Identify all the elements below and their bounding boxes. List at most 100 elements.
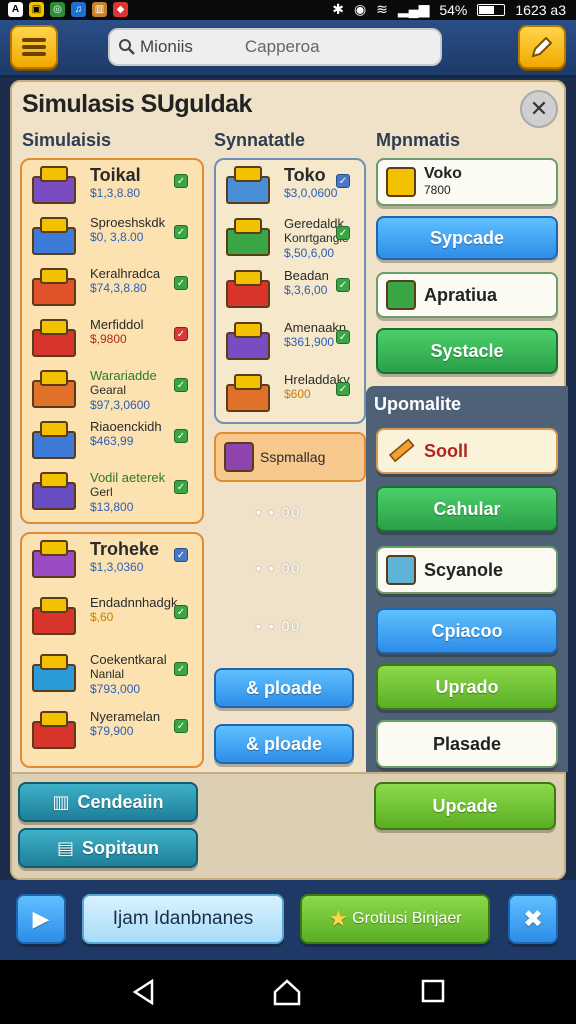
scyanole-button[interactable]: Scyanole <box>376 546 558 594</box>
product-box-icon <box>28 368 82 414</box>
checkbox-icon[interactable]: ✓ <box>336 174 350 188</box>
back-icon[interactable] <box>130 978 158 1006</box>
product-box-icon <box>28 709 82 755</box>
product-box-icon <box>28 538 82 584</box>
left_card1-item[interactable]: Vodil aeterek Gerl $13,800 ✓ <box>28 470 196 526</box>
edit-button[interactable] <box>518 25 566 69</box>
product-box-icon <box>28 595 82 641</box>
left_card2-item[interactable]: Nyeramelan $79,900 ✓ <box>28 709 196 765</box>
sooll-button[interactable]: Sooll <box>376 428 558 474</box>
left_card1-item[interactable]: Toikal $1,3,8.80 ✓ <box>28 164 196 220</box>
left_card1-item[interactable]: Warariadde Gearal $97,3,0600 ✓ <box>28 368 196 424</box>
sopitaun-button[interactable]: ▤ Sopitaun <box>18 828 198 868</box>
mid_card-item[interactable]: Geredaldk Konrtgangle $,50,6,00 ✓ <box>222 216 358 272</box>
product-card-middle: Toko $3,0,0600 ✓ Geredaldk Konrtgangle $,50,6… <box>214 158 366 424</box>
hamburger-icon <box>22 38 46 56</box>
checkbox-icon[interactable]: ✓ <box>174 662 188 676</box>
mid_card-item[interactable]: Beadan $,3,6,00 ✓ <box>222 268 358 324</box>
checkbox-icon[interactable]: ✓ <box>174 719 188 733</box>
upload-button-2[interactable]: & ploade <box>214 724 354 764</box>
menu-button[interactable] <box>10 25 58 69</box>
mid_card-item[interactable]: Hreladdaky $600 ✓ <box>222 372 358 428</box>
notification-bars-icon: ▥ <box>92 2 107 17</box>
checkbox-icon[interactable]: ✓ <box>336 382 350 396</box>
fruit-crate-icon <box>224 442 254 472</box>
search-icon <box>119 39 135 55</box>
notification-game-icon: ◆ <box>113 2 128 17</box>
cendeaiin-button[interactable]: ▥ Cendeaiin <box>18 782 198 822</box>
right-item-apratiua[interactable]: Apratiua <box>376 272 558 318</box>
left_card2-item[interactable]: Troheke $1,3,0360 ✓ <box>28 538 196 594</box>
play-button[interactable]: ▶ <box>16 894 66 944</box>
cendeaiin-label: Cendeaiin <box>77 791 164 812</box>
star-action-button[interactable]: ★ Grotiusi Binjaer <box>300 894 490 944</box>
clock: 1623 a3 <box>515 1 566 18</box>
product-name: Toko <box>284 165 326 185</box>
product-box-icon <box>222 372 276 418</box>
wide-product-item[interactable]: Sspmallag <box>214 432 366 482</box>
checkbox-icon[interactable]: ✓ <box>174 605 188 619</box>
checkbox-icon[interactable]: ✓ <box>174 225 188 239</box>
checkbox-icon[interactable]: ✓ <box>336 278 350 292</box>
center-action-button[interactable]: Ijam Idanbnanes <box>82 894 284 944</box>
recents-icon[interactable] <box>420 978 446 1004</box>
left_card1-item[interactable]: Keralhradca $74,3,8.80 ✓ <box>28 266 196 322</box>
cpiacoo-button[interactable]: Cpiacoo <box>376 608 558 654</box>
product-box-icon <box>28 266 82 312</box>
left_card1-item[interactable]: Riaoenckidh $463,99 ✓ <box>28 419 196 475</box>
checkbox-icon[interactable]: ✓ <box>174 276 188 290</box>
left_card1-item[interactable]: Merfiddol $,9800 ✓ <box>28 317 196 373</box>
sopitaun-label: Sopitaun <box>82 837 159 858</box>
product-box-icon <box>222 164 276 210</box>
product-subname: Nanlal <box>90 667 125 681</box>
star-icon: ★ <box>328 906 349 931</box>
checkbox-icon[interactable]: ✓ <box>336 330 350 344</box>
product-box-icon <box>28 470 82 516</box>
upload-button-1[interactable]: & ploade <box>214 668 354 708</box>
checkbox-icon[interactable]: ✓ <box>174 548 188 562</box>
close-button[interactable]: ✕ <box>520 90 558 128</box>
systacle-button[interactable]: Systacle <box>376 328 558 374</box>
product-name: Sproeshskdk <box>90 215 166 230</box>
mid_card-item[interactable]: Toko $3,0,0600 ✓ <box>222 164 358 220</box>
product-box-icon <box>28 652 82 698</box>
shop-icon: ▥ <box>52 791 70 812</box>
product-name: Endadnnhadgk <box>90 595 178 610</box>
product-box-icon <box>28 419 82 465</box>
android-nav-bar <box>0 960 576 1024</box>
checkbox-icon[interactable]: ✓ <box>174 174 188 188</box>
top-bar: Mioniis Capperoa <box>0 20 576 78</box>
cahular-button[interactable]: Cahular <box>376 486 558 532</box>
checkbox-icon[interactable]: ✓ <box>174 327 188 341</box>
uprado-button[interactable]: Uprado <box>376 664 558 710</box>
update-subpanel-title: Upomalite <box>374 394 462 414</box>
search-input[interactable]: Mioniis Capperoa <box>108 28 442 66</box>
column-header-2: Synnatatle <box>214 130 306 150</box>
right-item-voko-name: Voko <box>424 165 462 182</box>
product-box-icon <box>222 268 276 314</box>
notification-a-icon: A <box>8 2 23 17</box>
search-value: Mioniis <box>140 37 193 56</box>
product-subname: Gerl <box>90 485 113 499</box>
left_card2-item[interactable]: Coekentkaral Nanlal $793,000 ✓ <box>28 652 196 708</box>
left_card1-item[interactable]: Sproeshskdk $0, 3,8.00 ✓ <box>28 215 196 271</box>
column-header-1: Simulaisis <box>22 130 112 150</box>
left_card2-item[interactable]: Endadnnhadgk $,60 ✓ <box>28 595 196 651</box>
home-icon[interactable] <box>272 978 302 1006</box>
close-x-button[interactable]: ✖ <box>508 894 558 944</box>
checkbox-icon[interactable]: ✓ <box>336 226 350 240</box>
close-x-icon: ✖ <box>522 905 544 933</box>
pencil-icon <box>531 36 553 58</box>
notification-icons: A ▣ ◎ ♫ ▥ ◆ <box>8 2 128 17</box>
plasade-button[interactable]: Plasade <box>376 720 558 768</box>
product-name: Nyeramelan <box>90 709 161 724</box>
sypcade-button[interactable]: Sypcade <box>376 216 558 260</box>
product-box-icon <box>28 215 82 261</box>
mid_card-item[interactable]: Amenaakn $361,900 ✓ <box>222 320 358 376</box>
checkbox-icon[interactable]: ✓ <box>174 480 188 494</box>
checkbox-icon[interactable]: ✓ <box>174 378 188 392</box>
right-item-voko[interactable]: Voko 7800 <box>376 158 558 206</box>
checkbox-icon[interactable]: ✓ <box>174 429 188 443</box>
notification-music-icon: ♫ <box>71 2 86 17</box>
upcade-button[interactable]: Upcade <box>374 782 556 830</box>
